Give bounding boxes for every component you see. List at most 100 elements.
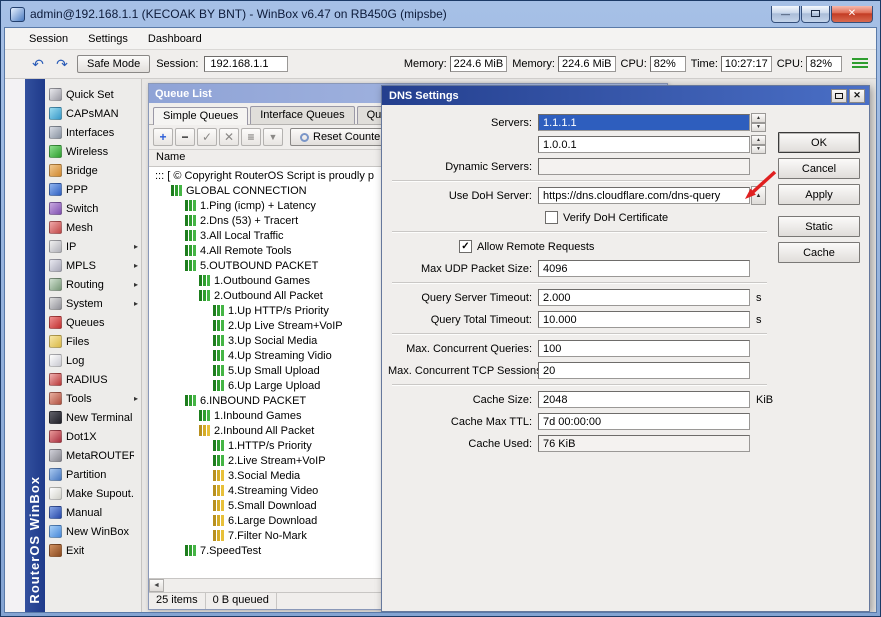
use-doh-server-label: Use DoH Server: [448, 189, 532, 202]
queue-row-label: 6.INBOUND PACKET [200, 394, 307, 407]
sidebar-item[interactable]: Make Supout.rif [45, 484, 141, 503]
dialog-button[interactable]: Static [778, 216, 860, 237]
dialog-button[interactable]: Apply [778, 184, 860, 205]
queue-tab[interactable]: Simple Queues [153, 107, 249, 125]
queue-row-label: 3.All Local Traffic [200, 229, 284, 242]
sidebar-item[interactable]: PPP [45, 180, 141, 199]
query-server-timeout-input[interactable]: 2.000 [538, 289, 750, 306]
safe-mode-button[interactable]: Safe Mode [77, 55, 151, 73]
sidebar-item[interactable]: Partition [45, 465, 141, 484]
cache-used-label: Cache Used: [468, 437, 532, 450]
doh-server-input[interactable]: https://dns.cloudflare.com/dns-query [538, 187, 750, 204]
allow-remote-requests-checkbox[interactable]: ✓ [459, 240, 472, 253]
max-concurrent-tcp-input[interactable]: 20 [538, 362, 750, 379]
close-button[interactable]: ✕ [831, 5, 873, 23]
max-udp-input[interactable]: 4096 [538, 260, 750, 277]
sidebar-item[interactable]: Manual [45, 503, 141, 522]
restore-icon [835, 92, 843, 99]
query-total-timeout-input[interactable]: 10.000 [538, 311, 750, 328]
cache-used-field: 76 KiB [538, 435, 750, 452]
sidebar-item[interactable]: Files [45, 332, 141, 351]
menu-bar: Session Settings Dashboard [5, 28, 876, 50]
sidebar-item[interactable]: IP ▸ [45, 237, 141, 256]
menu-item[interactable]: Dashboard [148, 33, 202, 45]
newwinbox-icon [49, 525, 62, 538]
sidebar-item-label: Manual [66, 506, 103, 519]
allow-remote-requests-label: Allow Remote Requests [477, 240, 595, 253]
sidebar-item-label: Dot1X [66, 430, 97, 443]
sidebar-item[interactable]: MPLS ▸ [45, 256, 141, 275]
dns-dialog-title: DNS Settings [389, 89, 459, 102]
window-title: admin@192.168.1.1 (KECOAK BY BNT) - WinB… [30, 7, 447, 21]
sidebar-item[interactable]: CAPsMAN [45, 104, 141, 123]
queue-row-label: 6.Up Large Upload [228, 379, 321, 392]
dialog-restore-button[interactable] [831, 88, 847, 103]
dns-dialog-title-bar[interactable]: DNS Settings ✕ [382, 86, 869, 105]
sidebar-item[interactable]: Exit [45, 541, 141, 560]
dialog-button[interactable]: Cancel [778, 158, 860, 179]
filter-icon[interactable]: ▼ [263, 128, 283, 146]
sidebar-item[interactable]: MetaROUTER [45, 446, 141, 465]
sidebar-item[interactable]: Dot1X [45, 427, 141, 446]
server-1-spinner[interactable]: ▲ ▼ [751, 113, 766, 132]
sidebar-item[interactable]: Bridge [45, 161, 141, 180]
sidebar-item[interactable]: Switch [45, 199, 141, 218]
dialog-button[interactable]: Cache [778, 242, 860, 263]
disable-icon[interactable]: ✕ [219, 128, 239, 146]
queue-icon [213, 515, 224, 526]
cache-size-input[interactable]: 2048 [538, 391, 750, 408]
sidebar-item-label: Interfaces [66, 126, 115, 139]
max-concurrent-queries-input[interactable]: 100 [538, 340, 750, 357]
dns-server-2-input[interactable]: 1.0.0.1 [538, 136, 750, 153]
sidebar-item[interactable]: System ▸ [45, 294, 141, 313]
sidebar-item[interactable]: Mesh [45, 218, 141, 237]
sidebar-item[interactable]: RADIUS [45, 370, 141, 389]
sidebar-item[interactable]: Log [45, 351, 141, 370]
sidebar-item[interactable]: New Terminal [45, 408, 141, 427]
maximize-button[interactable] [801, 5, 830, 23]
queues-icon [49, 316, 62, 329]
winbox-app-icon [10, 6, 25, 22]
cache-size-label: Cache Size: [472, 393, 532, 406]
sidebar-item[interactable]: Queues [45, 313, 141, 332]
server-2-spinner[interactable]: ▲ ▼ [751, 135, 766, 154]
scroll-left-icon[interactable]: ◄ [149, 579, 164, 592]
comment-icon[interactable]: ≡ [241, 128, 261, 146]
max-concurrent-queries-label: Max. Concurrent Queries: [406, 342, 532, 355]
sidebar-item-label: New WinBox [66, 525, 129, 538]
sidebar-item[interactable]: New WinBox [45, 522, 141, 541]
menu-item[interactable]: Session [29, 33, 68, 45]
session-value[interactable]: 192.168.1.1 [204, 56, 289, 72]
sidebar-item-label: Switch [66, 202, 99, 215]
dialog-button[interactable]: OK [778, 132, 860, 153]
quickset-icon [49, 88, 62, 101]
enable-icon[interactable]: ✓ [197, 128, 217, 146]
menu-item[interactable]: Settings [88, 33, 128, 45]
sidebar-item[interactable]: Routing ▸ [45, 275, 141, 294]
undo-icon[interactable]: ↶ [29, 56, 47, 73]
cache-max-ttl-input[interactable]: 7d 00:00:00 [538, 413, 750, 430]
sidebar-item[interactable]: Wireless [45, 142, 141, 161]
spin-up-icon: ▲ [751, 135, 766, 145]
stat-value: 224.6 MiB [449, 56, 508, 72]
sidebar-item-label: MPLS [66, 259, 96, 272]
minimize-button[interactable]: — [771, 5, 800, 23]
dns-server-1-input[interactable]: 1.1.1.1 [538, 114, 750, 131]
doh-collapse-button[interactable]: ▲ [751, 186, 766, 205]
sidebar-item[interactable]: Tools ▸ [45, 389, 141, 408]
add-icon[interactable]: + [153, 128, 173, 146]
query-server-timeout-label: Query Server Timeout: [421, 291, 532, 304]
sidebar-item[interactable]: Interfaces [45, 123, 141, 142]
title-bar[interactable]: admin@192.168.1.1 (KECOAK BY BNT) - WinB… [4, 1, 877, 27]
queue-tab[interactable]: Interface Queues [250, 106, 355, 124]
switch-icon [49, 202, 62, 215]
verify-doh-certificate-checkbox[interactable] [545, 211, 558, 224]
queue-icon [213, 455, 224, 466]
remove-icon[interactable]: − [175, 128, 195, 146]
traffic-indicator-icon[interactable] [852, 58, 868, 70]
queue-row-label: 2.Dns (53) + Tracert [200, 214, 299, 227]
dialog-close-button[interactable]: ✕ [849, 88, 865, 103]
redo-icon[interactable]: ↷ [53, 56, 71, 73]
queue-row-label: 2.Live Stream+VoIP [228, 454, 326, 467]
sidebar-item[interactable]: Quick Set [45, 85, 141, 104]
